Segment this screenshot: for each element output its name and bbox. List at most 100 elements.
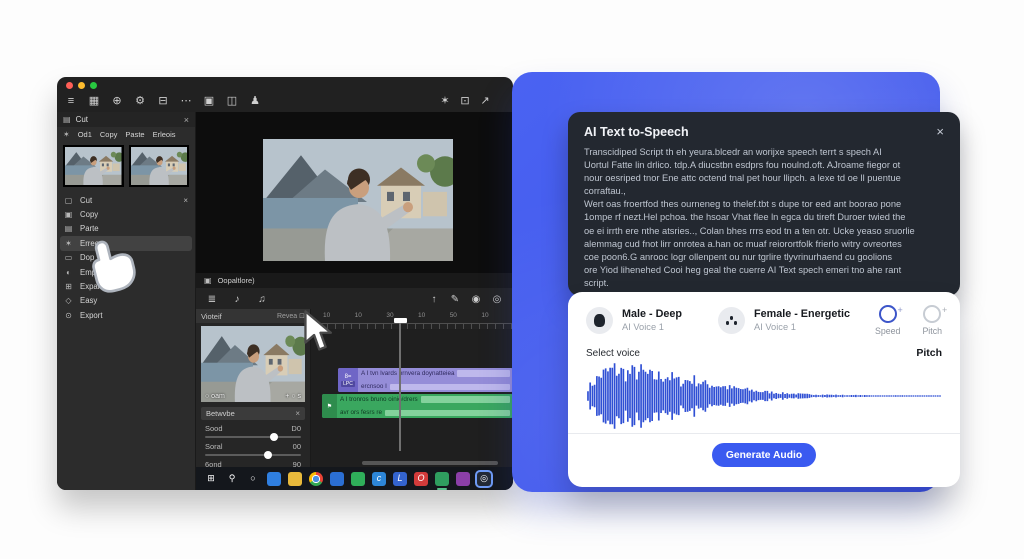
chat-icon[interactable]: ◫ xyxy=(226,90,238,112)
slider-value: D0 xyxy=(291,424,301,433)
target-icon[interactable]: ◎ xyxy=(491,289,503,310)
quick-action-paste[interactable]: Paste xyxy=(125,130,144,139)
menu-item-label: Export xyxy=(80,310,103,320)
video-preview-frame[interactable] xyxy=(263,139,453,261)
slider-6ond[interactable]: 6ond 90 xyxy=(205,460,301,467)
close-icon[interactable]: × xyxy=(936,125,944,138)
chrome-icon[interactable] xyxy=(309,471,323,486)
zoom-control-right[interactable]: + ○ s xyxy=(285,393,301,400)
timeline-toolbar: ≣ ♪ ♫ ↑ ✎ ◉ ◎ xyxy=(196,288,513,309)
upload-icon[interactable]: ↑ xyxy=(428,289,440,310)
person-icon xyxy=(594,314,605,327)
box-minus-icon[interactable]: ⊟ xyxy=(157,90,169,112)
user-icon[interactable]: ♟ xyxy=(249,90,261,112)
knob-label: Pitch xyxy=(922,326,942,336)
pitch-knob[interactable]: Pitch xyxy=(922,305,947,336)
menu-item-icon: ◐ xyxy=(66,267,71,277)
zoom-traffic-light[interactable] xyxy=(90,82,97,89)
ruler-tick: 10 xyxy=(418,312,426,319)
viewer-action[interactable]: Revea ⊡ xyxy=(277,312,305,320)
app-skype-icon[interactable]: c xyxy=(372,471,386,486)
adjustment-sliders: Sood D0 Soral 00 6ond 90 xyxy=(196,420,310,467)
quick-action-cut[interactable]: Od1 xyxy=(78,130,92,139)
clip-thumbnail[interactable] xyxy=(63,145,124,187)
timeline-ruler[interactable]: 10 10 30 10 50 10 xyxy=(311,309,513,329)
minimize-traffic-light[interactable] xyxy=(78,82,85,89)
start-icon[interactable]: ⊞ xyxy=(204,472,218,486)
close-icon[interactable]: × xyxy=(184,115,189,125)
slider-knob[interactable] xyxy=(270,433,279,441)
ai-tts-panel: AI Text to-Speech × Transcidiped Script … xyxy=(568,112,960,296)
window-traffic-lights xyxy=(66,82,97,89)
camera-icon[interactable]: ▣ xyxy=(203,90,215,112)
viewer-thumbnail[interactable]: ○ oam + ○ s xyxy=(201,326,305,402)
quick-action-effects[interactable]: Erleois xyxy=(153,130,176,139)
menu-icon[interactable]: ≡ xyxy=(65,90,77,112)
menu-item-easy[interactable]: ◇ Easy × xyxy=(57,294,195,308)
ruler-tick: 50 xyxy=(449,312,457,319)
app-purple-icon[interactable] xyxy=(456,471,470,486)
audio-icon[interactable]: ♫ xyxy=(256,289,268,310)
menu-item-export[interactable]: ⊙ Export × xyxy=(57,308,195,322)
voice-option-male-deep[interactable]: Male - Deep AI Voice 1 xyxy=(586,307,682,334)
screenshot-root: ≡ ▦ ⊕ ⚙ ⊟ ⋯ ▣ ◫ ♟ ✶ ⊡ ↗ ▤ Cut × ✶ Od1 Copy Paste E… xyxy=(0,0,1024,559)
app-active-icon[interactable]: ◎ xyxy=(477,471,491,486)
dots-icon xyxy=(729,316,734,320)
audio-track-clip[interactable]: ⚑ A I tronros bruno oinio/drers avr ors … xyxy=(322,394,513,418)
between-header: Betwvbe × xyxy=(201,407,305,420)
menu-item-label: Parte xyxy=(80,224,99,234)
editor-toolbar: ≡ ▦ ⊕ ⚙ ⊟ ⋯ ▣ ◫ ♟ ✶ ⊡ ↗ xyxy=(57,90,513,112)
close-traffic-light[interactable] xyxy=(66,82,73,89)
folder-icon[interactable] xyxy=(288,471,302,486)
clapper-icon: ▤ xyxy=(63,115,71,124)
frame-icon: ▣ xyxy=(204,276,212,285)
voice-option-female-energetic[interactable]: Female - Energetic AI Voice 1 xyxy=(718,307,850,334)
search-icon[interactable]: ⚲ xyxy=(225,472,239,486)
zoom-control-left[interactable]: ○ oam xyxy=(205,393,225,400)
slider-knob[interactable] xyxy=(264,451,273,459)
clip-thumbnail[interactable] xyxy=(128,145,189,187)
slider-soral[interactable]: Soral 00 xyxy=(205,442,301,459)
app-opera-icon[interactable]: O xyxy=(414,471,428,486)
transcribed-script-text: Transcidiped Script th eh yeura.blcedr a… xyxy=(584,147,915,288)
gear-icon[interactable]: ⚙ xyxy=(134,90,146,112)
clip-badge: ⚑ xyxy=(326,403,333,410)
pen-icon[interactable]: ✎ xyxy=(449,289,461,310)
clip-tag: LPC xyxy=(341,380,355,387)
panel-title: AI Text to-Speech xyxy=(584,125,689,139)
mouse-arrow-cursor xyxy=(304,310,332,351)
cortana-icon[interactable]: ○ xyxy=(246,472,260,486)
frame-icon[interactable]: ⊡ xyxy=(459,90,471,112)
generate-audio-button[interactable]: Generate Audio xyxy=(711,443,817,467)
video-preview-area xyxy=(196,112,513,273)
speed-knob[interactable]: Speed xyxy=(875,305,903,336)
timeline-scrollbar[interactable] xyxy=(362,461,498,465)
layout-grid-icon[interactable]: ▦ xyxy=(88,90,100,112)
app-green-icon[interactable] xyxy=(351,471,365,486)
sparkle-icon[interactable]: ✶ xyxy=(439,90,451,112)
slider-value: 00 xyxy=(292,442,301,451)
quick-action-copy[interactable]: Copy xyxy=(100,130,118,139)
slider-sood[interactable]: Sood D0 xyxy=(205,424,301,441)
dial-icon xyxy=(878,305,903,323)
share-icon[interactable]: ↗ xyxy=(479,90,491,112)
app-blue-icon[interactable] xyxy=(330,471,344,486)
speaker-icon[interactable]: ♪ xyxy=(231,289,243,310)
track-list-icon[interactable]: ≣ xyxy=(206,289,218,310)
menu-item-icon: ▤ xyxy=(64,224,73,234)
clip-tools-panel: ▤ Cut × ✶ Od1 Copy Paste Erleois ▢ Cut ×… xyxy=(57,112,196,490)
viewer-title: Vioteif xyxy=(201,311,222,321)
close-icon[interactable]: × xyxy=(295,409,300,418)
globe-icon[interactable]: ⊕ xyxy=(111,90,123,112)
menu-item-cut[interactable]: ▢ Cut × xyxy=(57,193,195,207)
voice-options-row: Male - Deep AI Voice 1 Female - Energeti… xyxy=(586,305,947,336)
app-green-circle-icon[interactable] xyxy=(435,471,449,490)
slider-label: 6ond xyxy=(205,460,222,467)
record-icon[interactable]: ◉ xyxy=(470,289,482,310)
app-teams-icon[interactable]: L xyxy=(393,471,407,486)
close-icon[interactable]: × xyxy=(183,196,188,205)
explorer-icon[interactable] xyxy=(267,471,281,486)
more-icon[interactable]: ⋯ xyxy=(180,90,192,112)
menu-item-copy[interactable]: ▣ Copy × xyxy=(57,207,195,221)
knob-label: Speed xyxy=(875,326,901,336)
